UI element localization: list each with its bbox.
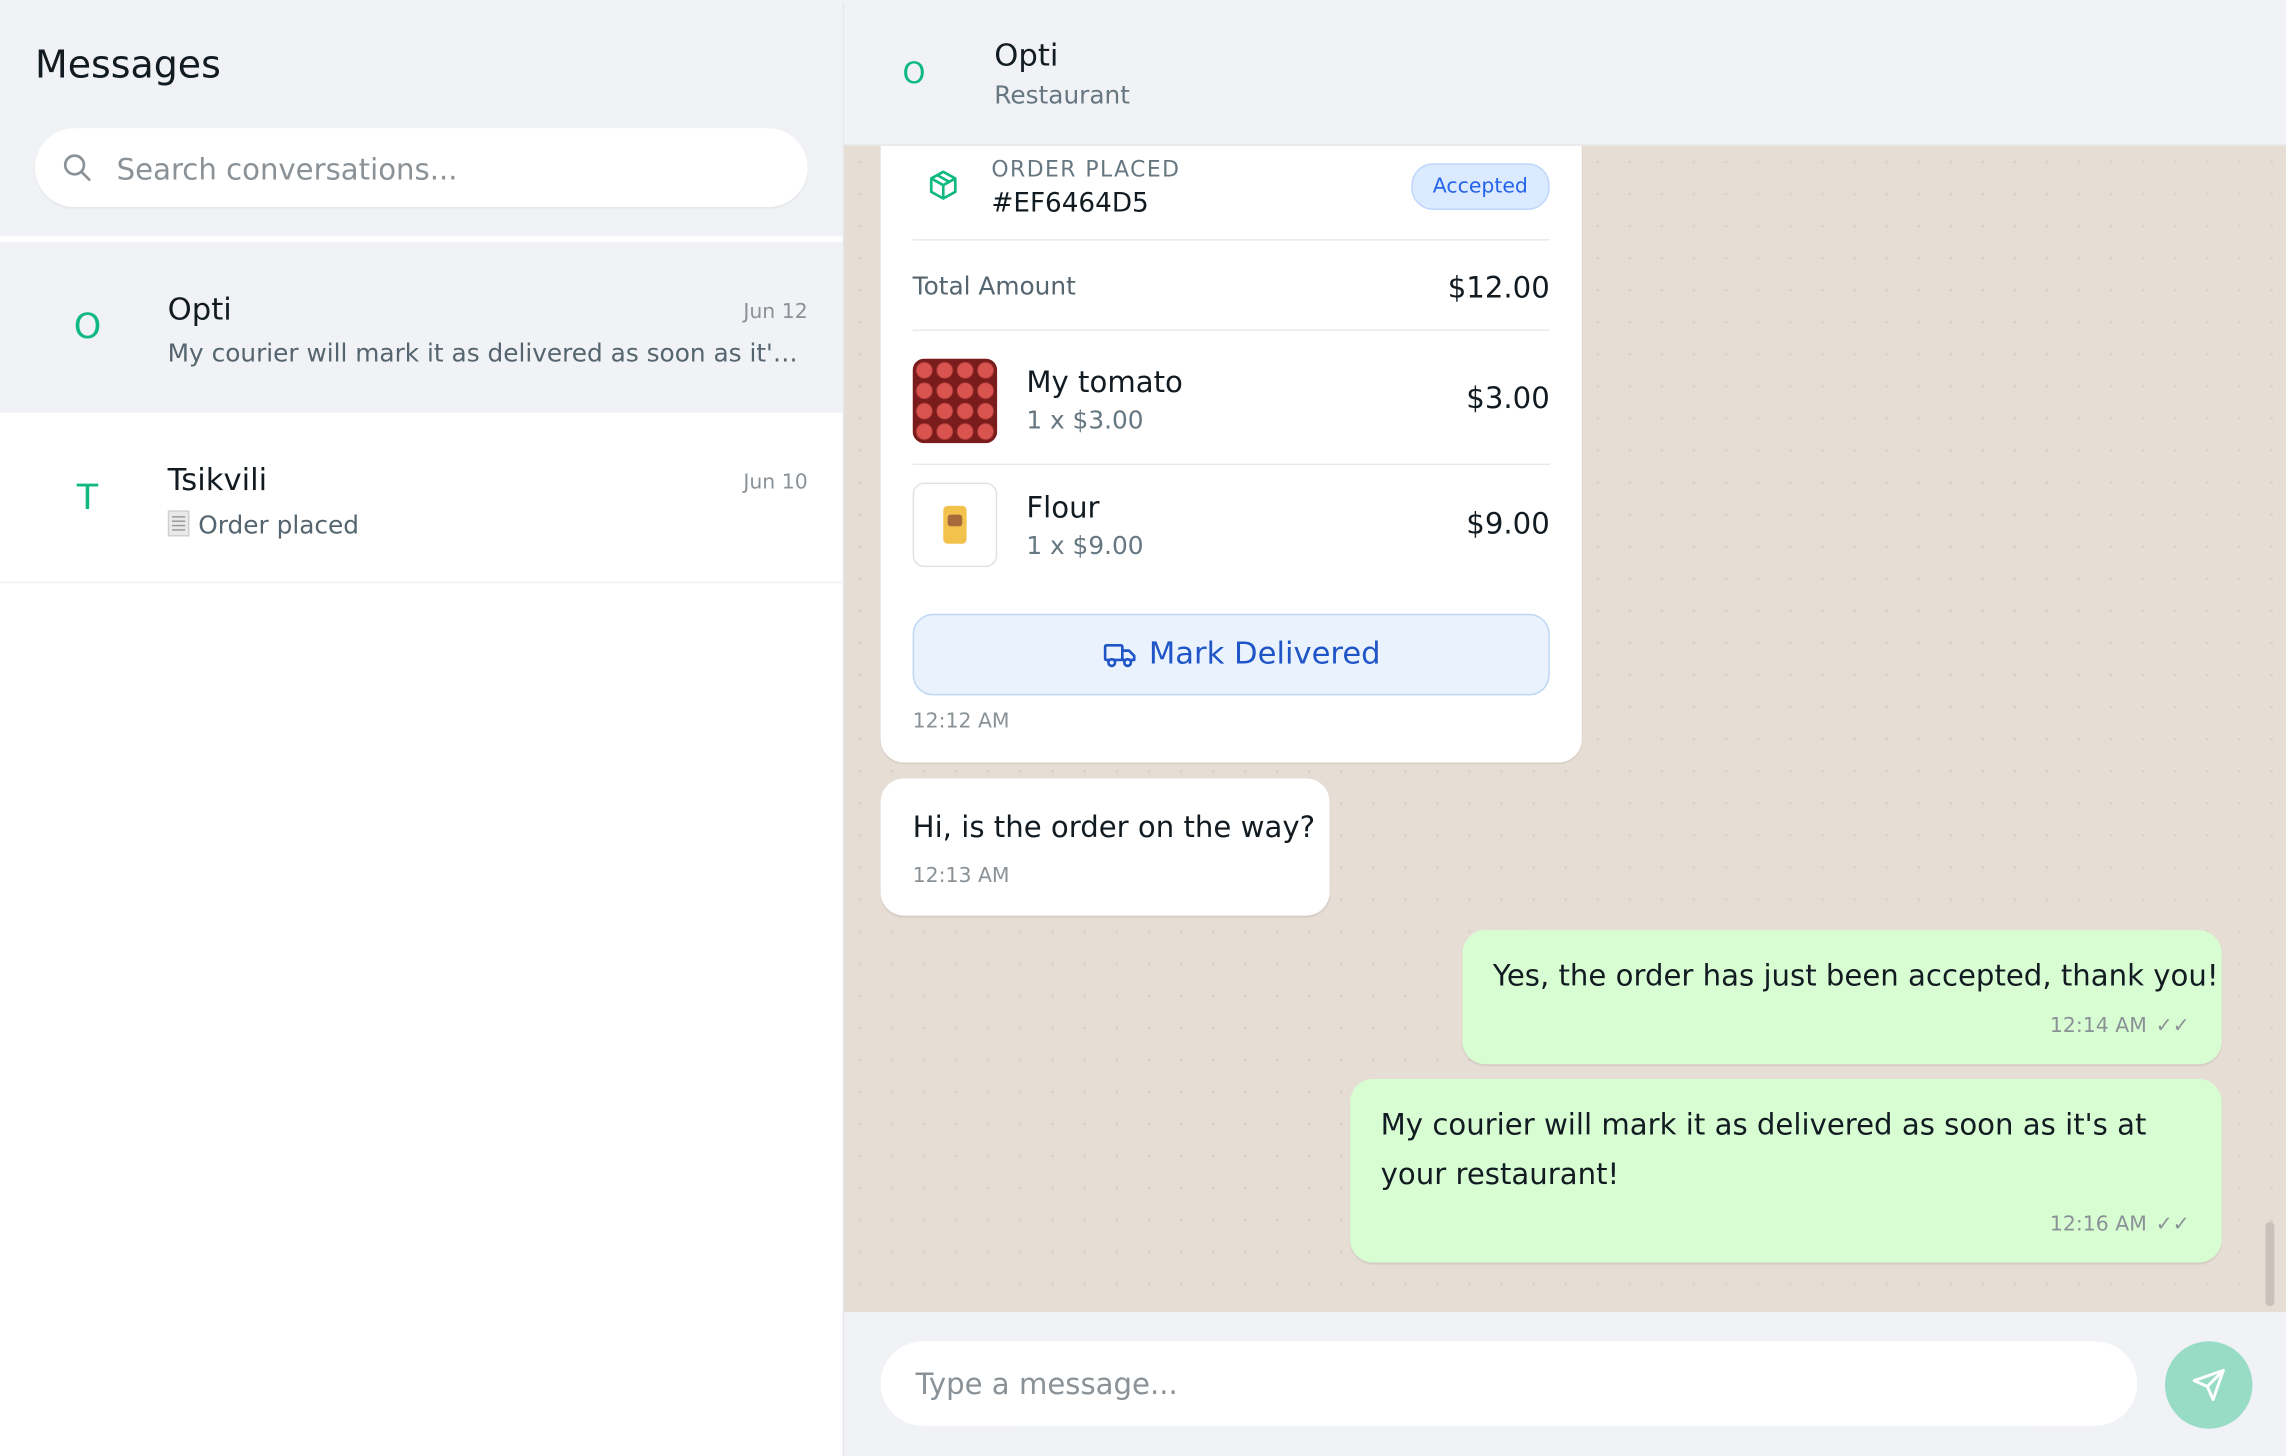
avatar: O <box>73 306 102 347</box>
status-badge: Accepted <box>1410 163 1550 210</box>
conversation-preview-text: Order placed <box>198 511 360 541</box>
sidebar-title: Messages <box>34 43 221 88</box>
sidebar-header: Messages <box>0 2 843 237</box>
read-receipt-icon: ✓✓ <box>2155 1014 2190 1039</box>
chat-header: O Opti Restaurant <box>844 2 2286 146</box>
order-id: #EF6464D5 <box>991 188 1149 219</box>
order-item-name: My tomato <box>1026 364 1183 400</box>
app-frame: Messages O Opti Jun 12 My courier will m… <box>0 0 2286 1456</box>
message-time: 12:16 AM ✓✓ <box>2049 1212 2190 1237</box>
order-item-price: $3.00 <box>1466 380 1550 416</box>
message-time: 12:13 AM <box>912 864 1010 888</box>
divider <box>912 463 1550 466</box>
order-item-qty: 1 x $9.00 <box>1026 532 1144 562</box>
conversation-item-opti[interactable]: O Opti Jun 12 My courier will mark it as… <box>0 242 843 413</box>
total-amount-label: Total Amount <box>912 272 1076 302</box>
conversation-preview: Order placed <box>167 510 809 541</box>
scrollbar-thumb[interactable] <box>2265 1221 2275 1307</box>
order-item-qty: 1 x $3.00 <box>1026 406 1144 436</box>
total-amount-value: $12.00 <box>1447 269 1550 305</box>
send-button[interactable] <box>2164 1341 2253 1429</box>
conversation-name: Tsikvili <box>167 462 268 498</box>
search-input[interactable] <box>113 142 791 196</box>
message-bubble-incoming: Hi, is the order on the way? 12:13 AM <box>880 778 1330 916</box>
chat-panel: O Opti Restaurant ORDER PLACED #EF6464D5… <box>844 2 2286 1456</box>
order-item-name: Flour <box>1026 489 1100 525</box>
search-icon <box>63 154 91 182</box>
chat-contact-name: Opti <box>994 37 1059 73</box>
conversation-name: Opti <box>167 291 232 327</box>
product-image-flour <box>912 482 998 568</box>
truck-icon <box>1103 643 1136 668</box>
message-time: 12:14 AM ✓✓ <box>2049 1014 2190 1039</box>
message-text: Yes, the order has just been accepted, t… <box>1492 957 2219 993</box>
message-text: Hi, is the order on the way? <box>912 809 1316 845</box>
divider <box>912 239 1550 241</box>
product-image-tomato <box>912 358 998 444</box>
conversation-preview: My courier will mark it as delivered as … <box>167 339 809 369</box>
receipt-icon <box>167 510 190 537</box>
conversation-sidebar: Messages O Opti Jun 12 My courier will m… <box>0 2 845 1456</box>
message-composer <box>844 1312 2286 1456</box>
divider <box>912 329 1550 331</box>
send-icon <box>2192 1368 2225 1402</box>
read-receipt-icon: ✓✓ <box>2155 1212 2190 1237</box>
message-input[interactable] <box>880 1341 2138 1426</box>
conversation-item-tsikvili[interactable]: T Tsikvili Jun 10 Order placed <box>0 413 843 584</box>
mark-delivered-button[interactable]: Mark Delivered <box>912 613 1550 696</box>
chat-contact-subtitle: Restaurant <box>994 81 1130 111</box>
search-box[interactable] <box>34 128 808 208</box>
conversation-date: Jun 12 <box>743 300 808 324</box>
message-text: My courier will mark it as delivered as … <box>1380 1106 2147 1192</box>
message-bubble-outgoing: Yes, the order has just been accepted, t… <box>1462 930 2222 1065</box>
message-time: 12:12 AM <box>912 710 1010 734</box>
avatar: O <box>902 55 926 91</box>
message-list[interactable]: ORDER PLACED #EF6464D5 Accepted Total Am… <box>844 145 2286 1313</box>
order-item-price: $9.00 <box>1466 505 1550 541</box>
avatar: T <box>76 476 99 518</box>
mark-delivered-label: Mark Delivered <box>1148 635 1381 671</box>
order-label: ORDER PLACED <box>991 155 1181 183</box>
conversation-date: Jun 10 <box>743 470 808 495</box>
message-bubble-outgoing: My courier will mark it as delivered as … <box>1350 1078 2222 1263</box>
order-card: ORDER PLACED #EF6464D5 Accepted Total Am… <box>880 145 1582 763</box>
package-icon <box>929 170 957 200</box>
